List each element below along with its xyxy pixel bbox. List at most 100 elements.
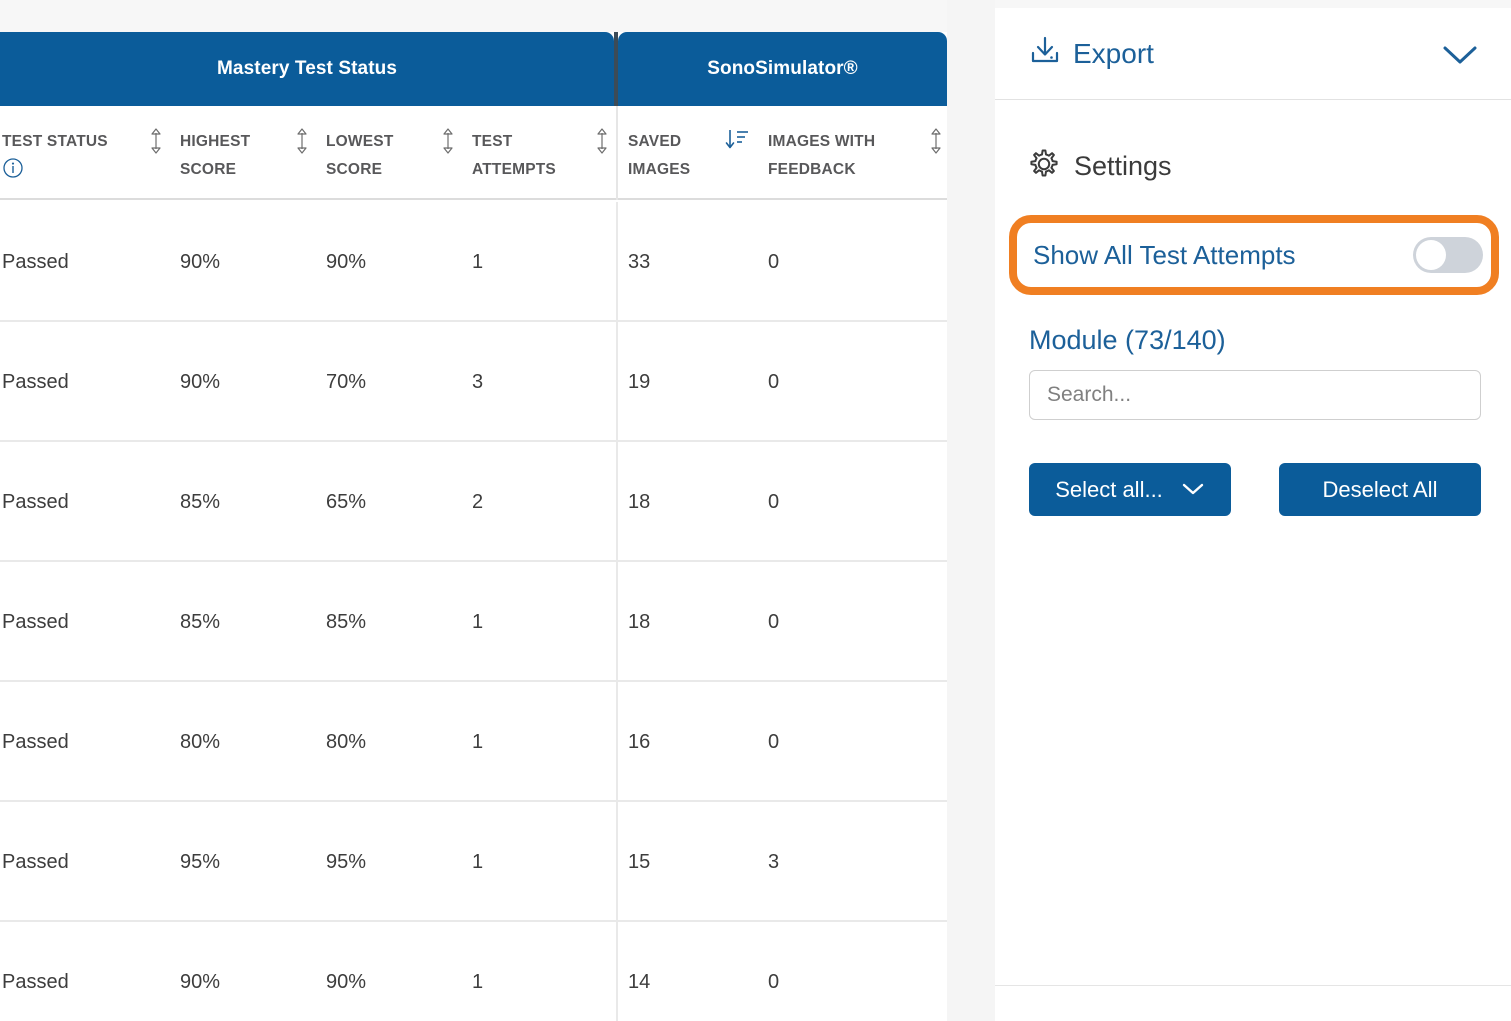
- app-root: Mastery Test Status SonoSimulator® TEST …: [0, 0, 1511, 1021]
- row-vertical-divider: [616, 922, 618, 1021]
- select-all-button[interactable]: Select all...: [1029, 463, 1231, 516]
- cell-saved-images: 18: [628, 490, 651, 513]
- cell-lowest-score: 95%: [326, 850, 367, 873]
- cell-saved-images: 15: [628, 850, 651, 873]
- table-row[interactable]: Passed 85% 65% 2 18 0: [0, 442, 947, 562]
- table-row[interactable]: Passed 95% 95% 1 15 3: [0, 802, 947, 922]
- cell-saved-images: 33: [628, 250, 651, 273]
- cell-test-status: Passed: [2, 490, 69, 513]
- show-all-test-attempts-toggle[interactable]: [1413, 237, 1483, 273]
- settings-label: Settings: [1074, 151, 1172, 181]
- cell-test-attempts: 1: [472, 250, 484, 273]
- cell-lowest-score: 70%: [326, 370, 367, 393]
- cell-lowest-score: 65%: [326, 490, 367, 513]
- sort-icon-highest-score[interactable]: [294, 128, 310, 154]
- panel-top-strip: [995, 0, 1511, 8]
- row-vertical-divider: [616, 682, 618, 802]
- cell-saved-images: 14: [628, 970, 651, 993]
- sort-icon-images-with-feedback[interactable]: [928, 128, 944, 154]
- group-header-divider: [614, 32, 618, 106]
- cell-test-attempts: 1: [472, 970, 484, 993]
- cell-test-attempts: 3: [472, 370, 484, 393]
- show-all-test-attempts-row[interactable]: Show All Test Attempts: [1033, 232, 1483, 278]
- cell-highest-score: 95%: [180, 850, 221, 873]
- cell-highest-score: 90%: [180, 370, 221, 393]
- column-header-saved-images[interactable]: SAVED IMAGES: [628, 106, 768, 200]
- module-section-label: Module (73/140): [1029, 325, 1226, 355]
- panel-gutter: [947, 0, 995, 1021]
- table-column-header-row: TEST STATUS HIGHEST SCORE LOWEST SCORE T…: [0, 106, 947, 200]
- column-header-lowest-score-label: LOWEST SCORE: [326, 133, 394, 178]
- gear-icon: [1028, 148, 1060, 185]
- settings-header: Settings: [1028, 148, 1172, 185]
- cell-test-attempts: 1: [472, 730, 484, 753]
- results-table-panel: Mastery Test Status SonoSimulator® TEST …: [0, 0, 947, 1021]
- header-vertical-divider: [616, 106, 618, 200]
- group-header-sonosimulator: SonoSimulator®: [618, 32, 947, 106]
- cell-test-status: Passed: [2, 850, 69, 873]
- cell-images-with-feedback: 0: [768, 250, 780, 273]
- cell-test-status: Passed: [2, 730, 69, 753]
- row-vertical-divider: [616, 562, 618, 682]
- cell-images-with-feedback: 0: [768, 610, 780, 633]
- show-all-test-attempts-label: Show All Test Attempts: [1033, 239, 1296, 270]
- select-all-label: Select all...: [1055, 476, 1163, 502]
- module-search-input[interactable]: [1029, 370, 1481, 420]
- chevron-down-icon: [1181, 477, 1205, 503]
- cell-highest-score: 90%: [180, 970, 221, 993]
- sort-icon-test-attempts[interactable]: [594, 128, 610, 154]
- cell-images-with-feedback: 0: [768, 970, 780, 993]
- cell-lowest-score: 90%: [326, 970, 367, 993]
- sort-icon-lowest-score[interactable]: [440, 128, 456, 154]
- column-header-test-status-label: TEST STATUS: [2, 133, 108, 150]
- row-vertical-divider: [616, 322, 618, 442]
- cell-test-status: Passed: [2, 610, 69, 633]
- table-row[interactable]: Passed 85% 85% 1 18 0: [0, 562, 947, 682]
- row-vertical-divider: [616, 202, 618, 322]
- cell-images-with-feedback: 0: [768, 490, 780, 513]
- column-header-images-with-feedback-label: IMAGES WITH FEEDBACK: [768, 133, 876, 178]
- deselect-all-button[interactable]: Deselect All: [1279, 463, 1481, 516]
- group-header-mastery-test-status: Mastery Test Status: [0, 32, 614, 106]
- row-vertical-divider: [616, 802, 618, 922]
- download-icon: [1028, 34, 1062, 73]
- table-top-gutter: [0, 0, 947, 32]
- cell-test-attempts: 1: [472, 610, 484, 633]
- cell-test-attempts: 2: [472, 490, 484, 513]
- cell-highest-score: 90%: [180, 250, 221, 273]
- column-header-highest-score-label: HIGHEST SCORE: [180, 133, 251, 178]
- chevron-down-icon[interactable]: [1440, 42, 1480, 73]
- cell-saved-images: 19: [628, 370, 651, 393]
- table-row[interactable]: Passed 90% 70% 3 19 0: [0, 322, 947, 442]
- cell-test-attempts: 1: [472, 850, 484, 873]
- cell-images-with-feedback: 3: [768, 850, 780, 873]
- cell-lowest-score: 85%: [326, 610, 367, 633]
- cell-highest-score: 85%: [180, 610, 221, 633]
- export-button[interactable]: Export: [1028, 34, 1154, 73]
- cell-saved-images: 16: [628, 730, 651, 753]
- export-label: Export: [1073, 37, 1154, 69]
- cell-images-with-feedback: 0: [768, 370, 780, 393]
- table-row[interactable]: Passed 80% 80% 1 16 0: [0, 682, 947, 802]
- export-bar[interactable]: Export: [995, 8, 1511, 100]
- cell-test-status: Passed: [2, 970, 69, 993]
- column-header-images-with-feedback[interactable]: IMAGES WITH FEEDBACK: [768, 106, 938, 200]
- deselect-all-label: Deselect All: [1322, 476, 1438, 502]
- column-header-test-attempts[interactable]: TEST ATTEMPTS: [472, 106, 614, 200]
- info-icon[interactable]: [2, 157, 178, 189]
- table-row[interactable]: Passed 90% 90% 1 14 0: [0, 922, 947, 1021]
- cell-lowest-score: 90%: [326, 250, 367, 273]
- panel-bottom-divider: [995, 985, 1511, 986]
- cell-saved-images: 18: [628, 610, 651, 633]
- cell-images-with-feedback: 0: [768, 730, 780, 753]
- cell-test-status: Passed: [2, 370, 69, 393]
- sort-icon-saved-images-active[interactable]: [724, 128, 748, 152]
- table-group-header-row: Mastery Test Status SonoSimulator®: [0, 32, 947, 106]
- cell-test-status: Passed: [2, 250, 69, 273]
- cell-highest-score: 80%: [180, 730, 221, 753]
- sort-icon-test-status[interactable]: [148, 128, 164, 154]
- cell-highest-score: 85%: [180, 490, 221, 513]
- toggle-knob: [1416, 240, 1446, 270]
- column-header-test-attempts-label: TEST ATTEMPTS: [472, 133, 556, 178]
- table-row[interactable]: Passed 90% 90% 1 33 0: [0, 202, 947, 322]
